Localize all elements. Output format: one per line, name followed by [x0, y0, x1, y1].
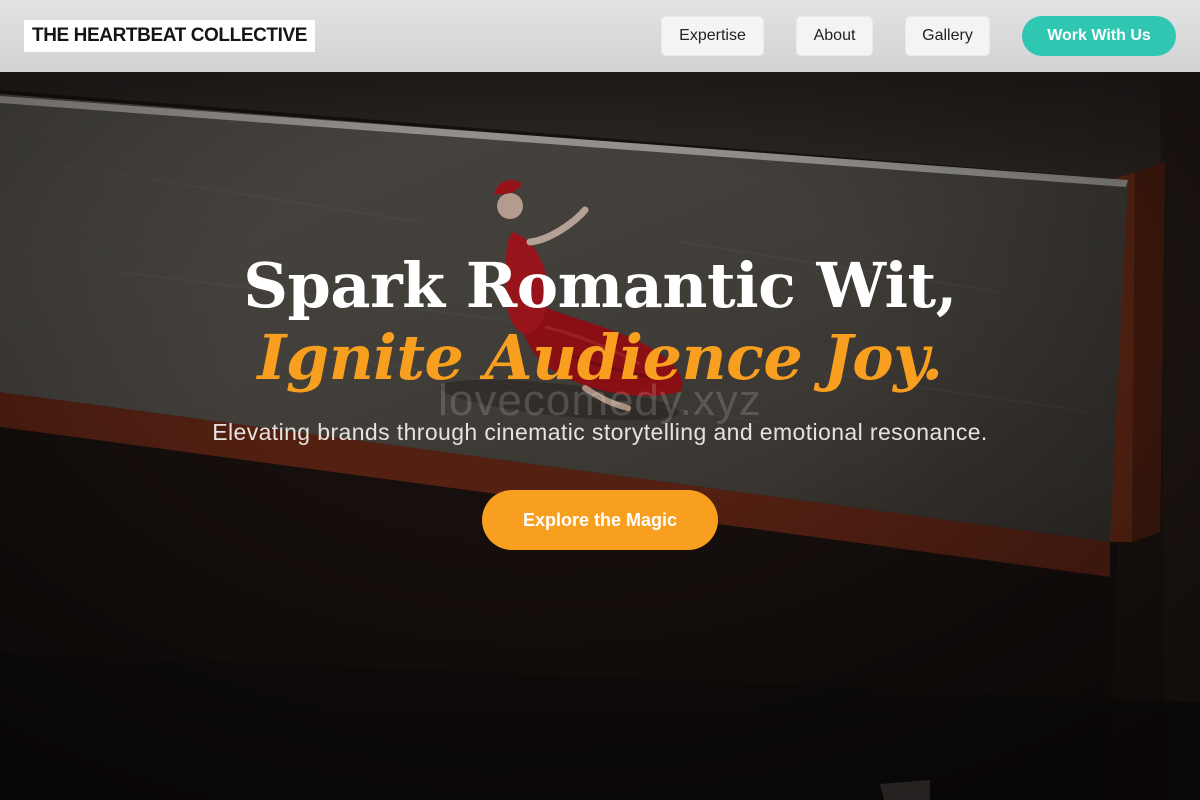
hero-headline: Spark Romantic Wit, Ignite Audience Joy. — [0, 250, 1200, 394]
work-with-us-button[interactable]: Work With Us — [1022, 16, 1176, 56]
hero-section: lovecomedy.xyz Spark Romantic Wit, Ignit… — [0, 72, 1200, 800]
headline-line-2: Ignite Audience Joy. — [257, 321, 943, 394]
nav-link-gallery[interactable]: Gallery — [905, 16, 990, 56]
site-header: THE HEARTBEAT COLLECTIVE Expertise About… — [0, 0, 1200, 72]
hero-subtitle: Elevating brands through cinematic story… — [212, 419, 988, 445]
headline-line-1: Spark Romantic Wit, — [243, 249, 957, 322]
brand-logo[interactable]: THE HEARTBEAT COLLECTIVE — [24, 20, 316, 52]
nav-link-about[interactable]: About — [796, 16, 873, 56]
nav-link-expertise[interactable]: Expertise — [661, 16, 764, 56]
explore-the-magic-button[interactable]: Explore the Magic — [482, 490, 718, 550]
